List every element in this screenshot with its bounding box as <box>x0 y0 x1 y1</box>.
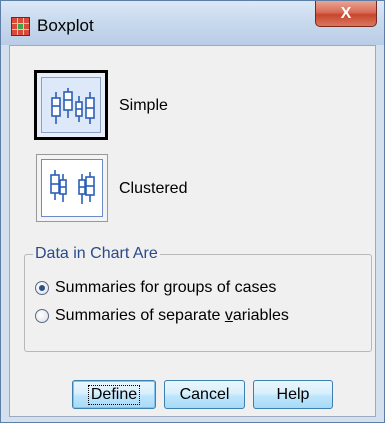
clustered-boxplot-icon <box>41 159 103 217</box>
close-button[interactable]: X <box>315 1 377 27</box>
radio-summaries-groups[interactable]: Summaries for groups of cases <box>35 279 276 297</box>
window-title: Boxplot <box>37 16 94 35</box>
define-label: Define <box>87 384 141 405</box>
define-button[interactable]: Define <box>72 380 156 409</box>
simple-chart-option[interactable] <box>34 70 108 140</box>
radio-label-variables: Summaries of separate variables <box>55 307 289 324</box>
clustered-label[interactable]: Clustered <box>119 180 187 198</box>
boxplot-dialog: Boxplot X Simple Clustered Data in Chart… <box>0 0 385 423</box>
radio-button-checked[interactable] <box>35 281 49 295</box>
radio-label-groups: Summaries for groups of cases <box>55 279 277 296</box>
clustered-chart-option[interactable] <box>36 154 108 222</box>
help-label: Help <box>276 385 310 403</box>
cancel-button[interactable]: Cancel <box>164 380 245 409</box>
groupbox-legend: Data in Chart Are <box>33 245 160 263</box>
close-icon: X <box>340 4 352 22</box>
simple-boxplot-icon <box>41 77 101 133</box>
dialog-body: Simple Clustered Data in Chart Are Summa… <box>9 45 376 417</box>
simple-label[interactable]: Simple <box>119 97 168 115</box>
data-in-chart-groupbox: Data in Chart Are Summaries for groups o… <box>24 245 372 352</box>
cancel-label: Cancel <box>179 385 230 403</box>
radio-button-unchecked[interactable] <box>35 309 49 323</box>
title-bar[interactable]: Boxplot X <box>1 1 384 45</box>
spss-chart-icon <box>11 17 30 36</box>
radio-summaries-variables[interactable]: Summaries of separate variables <box>35 307 289 325</box>
help-button[interactable]: Help <box>253 380 333 409</box>
